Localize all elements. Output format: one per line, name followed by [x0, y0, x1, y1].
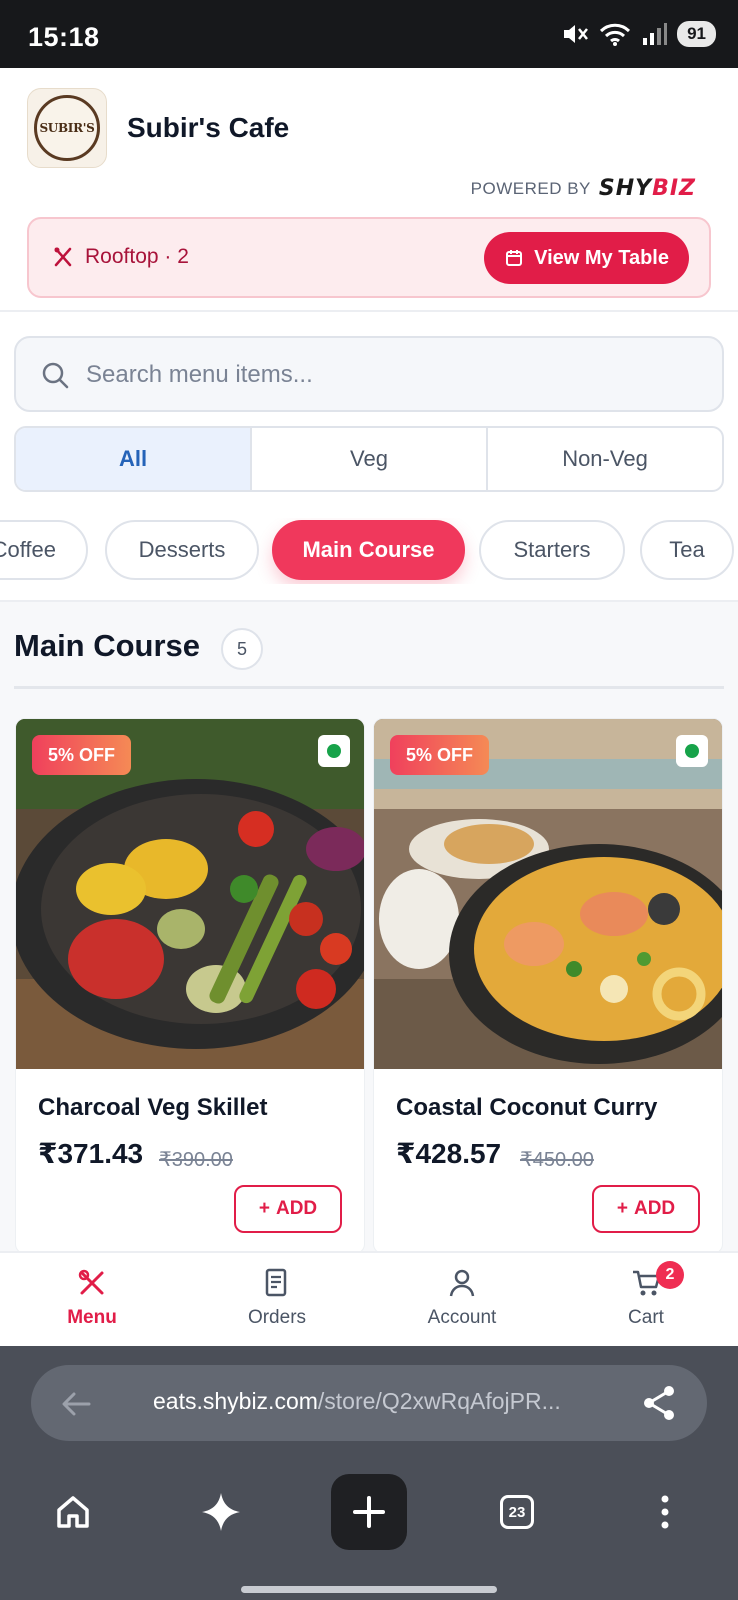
nav-orders[interactable]: Orders [207, 1267, 347, 1343]
store-header: SUBIR'S Subir's Cafe POWERED BY SHYBIZ R… [0, 68, 738, 312]
status-time: 15:18 [28, 22, 100, 52]
brand-part-2: BIZ [652, 176, 696, 201]
nav-account[interactable]: Account [392, 1267, 532, 1343]
url-text: eats.shybiz.com/store/Q2xwRqAfojPR... [153, 1388, 561, 1415]
search-icon [42, 362, 69, 389]
filter-veg[interactable]: Veg [252, 428, 488, 490]
battery-indicator: 91 [677, 21, 716, 47]
category-chip-desserts[interactable]: Desserts [105, 520, 259, 580]
category-chip-starters[interactable]: Starters [479, 520, 625, 580]
receipt-icon [265, 1268, 287, 1297]
discount-badge: 5% OFF [390, 735, 490, 775]
home-button[interactable] [35, 1474, 111, 1550]
calendar-icon [506, 250, 523, 266]
utensils-icon [78, 1269, 104, 1295]
home-indicator [241, 1586, 497, 1593]
cafe-logo: SUBIR'S [27, 88, 107, 168]
category-chip-tea[interactable]: Tea [640, 520, 734, 580]
filter-all[interactable]: All [16, 428, 252, 490]
diet-filter: All Veg Non-Veg [14, 426, 724, 492]
search-input[interactable] [86, 352, 686, 398]
nav-menu[interactable]: Menu [22, 1267, 162, 1343]
url-bar[interactable]: eats.shybiz.com/store/Q2xwRqAfojPR... [31, 1365, 707, 1441]
nav-cart[interactable]: Cart 2 [576, 1261, 716, 1343]
url-domain: eats.shybiz.com [153, 1388, 318, 1414]
veg-dot [685, 744, 699, 758]
dish-price: ₹428.57 [396, 1138, 502, 1169]
cafe-logo-seal: SUBIR'S [34, 95, 100, 161]
share-icon[interactable] [639, 1383, 679, 1423]
mute-icon [564, 25, 589, 43]
section-title: Main Course [14, 628, 201, 663]
nav-orders-label: Orders [247, 1307, 307, 1328]
more-vertical-icon [661, 1495, 669, 1529]
brand-part-1: SHY [598, 176, 653, 201]
status-icons: 91 [561, 18, 716, 50]
section-divider [14, 686, 724, 689]
bottom-navigation: Menu Orders Account Cart 2 [0, 1251, 738, 1346]
user-icon [449, 1269, 475, 1297]
menu-section: Main Course 5 5% OFF Charcoal Veg Skille… [0, 602, 738, 1254]
status-bar: 15:18 91 [0, 0, 738, 68]
browser-toolbar: eats.shybiz.com/store/Q2xwRqAfojPR... 23 [0, 1346, 738, 1600]
veg-dot [327, 744, 341, 758]
plus-icon: + [258, 1198, 270, 1219]
veg-indicator [676, 735, 708, 767]
shybiz-logo: SHYBIZ [599, 176, 696, 201]
dish-name: Coastal Coconut Curry [396, 1094, 658, 1121]
utensils-icon [54, 247, 72, 267]
tabs-button[interactable]: 23 [479, 1474, 555, 1550]
nav-menu-label: Menu [67, 1307, 117, 1328]
powered-by-label: POWERED BY [470, 178, 591, 198]
dish-card[interactable]: 5% OFF Charcoal Veg Skillet ₹371.43 ₹390… [15, 718, 365, 1254]
wifi-icon [600, 23, 631, 46]
dish-original-price: ₹390.00 [159, 1149, 233, 1171]
view-my-table-label: View My Table [534, 246, 669, 269]
category-chip-main-course[interactable]: Main Course [272, 520, 465, 580]
dish-card[interactable]: 5% OFF Coastal Coconut Curry ₹428.57 ₹45… [373, 718, 723, 1254]
url-path: /store/Q2xwRqAfojPR... [317, 1388, 561, 1414]
sparkle-icon [202, 1493, 240, 1531]
view-my-table-button[interactable]: View My Table [484, 232, 689, 284]
dish-name: Charcoal Veg Skillet [38, 1094, 268, 1121]
add-to-cart-button[interactable]: + ADD [592, 1185, 700, 1233]
veg-indicator [318, 735, 350, 767]
ai-assistant-button[interactable] [183, 1474, 259, 1550]
new-tab-button[interactable] [331, 1474, 407, 1550]
dish-original-price: ₹450.00 [520, 1149, 594, 1171]
category-chip-coffee[interactable]: Coffee [0, 520, 88, 580]
add-label: ADD [633, 1198, 676, 1219]
cafe-name: Subir's Cafe [127, 112, 290, 143]
signal-icon [643, 23, 668, 45]
table-banner: Rooftop · 2 View My Table [27, 217, 711, 298]
powered-by: POWERED BY SHYBIZ [471, 176, 696, 201]
section-count-badge: 5 [221, 628, 263, 670]
back-arrow-icon[interactable] [59, 1387, 93, 1421]
more-menu-button[interactable] [627, 1474, 703, 1550]
search-bar[interactable] [14, 336, 724, 412]
category-chips: Coffee Desserts Main Course Starters Tea [0, 518, 738, 584]
nav-account-label: Account [427, 1307, 497, 1328]
add-to-cart-button[interactable]: + ADD [234, 1185, 342, 1233]
tab-count: 23 [500, 1495, 534, 1529]
plus-icon [353, 1496, 385, 1528]
filter-non-veg[interactable]: Non-Veg [488, 428, 722, 490]
cart-count-badge: 2 [656, 1261, 684, 1289]
nav-cart-label: Cart [628, 1307, 664, 1328]
add-label: ADD [275, 1198, 318, 1219]
discount-badge: 5% OFF [32, 735, 132, 775]
plus-icon: + [616, 1198, 628, 1219]
table-location: Rooftop · 2 [85, 245, 189, 268]
home-icon [57, 1496, 89, 1528]
dish-price: ₹371.43 [38, 1138, 144, 1169]
